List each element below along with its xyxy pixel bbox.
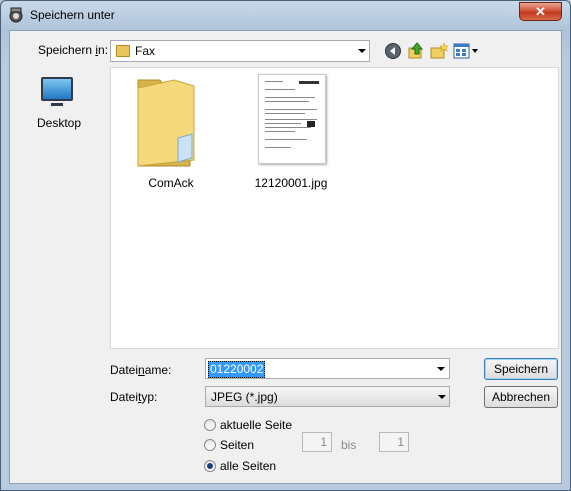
dialog-body: Speichern in: Fax Desktop ComAck 1212000…	[9, 30, 562, 484]
filetype-label: Dateityp:	[110, 390, 158, 404]
radio-all-pages[interactable]	[204, 460, 216, 472]
chevron-down-icon[interactable]	[437, 367, 445, 371]
folder-icon	[116, 45, 130, 57]
radio-current-page-label: aktuelle Seite	[220, 418, 293, 432]
radio-all-pages-label: alle Seiten	[220, 459, 277, 473]
chevron-down-icon	[358, 49, 366, 53]
view-menu-icon[interactable]	[453, 42, 479, 60]
image-thumbnail	[258, 74, 326, 164]
file-name: ComAck	[148, 176, 194, 190]
page-from-input[interactable]: 1	[302, 432, 332, 452]
filetype-dropdown[interactable]: JPEG (*.jpg)	[205, 386, 450, 407]
location-value: Fax	[135, 44, 156, 58]
folder-icon	[137, 79, 195, 167]
places-bar: Desktop	[16, 67, 102, 343]
save-button[interactable]: Speichern	[484, 358, 558, 380]
cancel-button[interactable]: Abbrechen	[484, 386, 558, 408]
chevron-down-icon	[438, 395, 446, 399]
save-as-dialog: Speichern unter ✕ Speichern in: Fax Desk…	[0, 0, 571, 491]
title-bar[interactable]: Speichern unter ✕	[1, 1, 570, 29]
location-dropdown[interactable]: Fax	[110, 40, 370, 62]
radio-pages-label: Seiten	[220, 438, 255, 452]
file-name: 12120001.jpg	[254, 176, 328, 190]
filename-label: Dateiname:	[110, 363, 172, 377]
filename-input[interactable]: 01220002	[205, 358, 450, 379]
desktop-stand	[51, 103, 63, 106]
filename-value: 01220002	[208, 361, 266, 378]
file-item-image[interactable]: 12120001.jpg	[236, 72, 346, 192]
back-icon[interactable]	[384, 42, 402, 60]
window-title: Speichern unter	[30, 8, 115, 22]
radio-pages[interactable]	[204, 439, 216, 451]
file-list[interactable]: ComAck 12120001.jpg	[110, 67, 559, 349]
radio-current-page[interactable]	[204, 419, 216, 431]
app-icon	[9, 7, 23, 23]
page-to-input[interactable]: 1	[379, 432, 409, 452]
desktop-icon	[41, 77, 73, 101]
file-item-folder[interactable]: ComAck	[116, 72, 226, 192]
page-to-label: bis	[341, 438, 357, 452]
up-folder-icon[interactable]	[407, 42, 425, 60]
places-item-label: Desktop	[36, 116, 82, 130]
close-button[interactable]: ✕	[519, 2, 562, 21]
places-item-desktop[interactable]: Desktop	[16, 75, 102, 135]
filetype-value: JPEG (*.jpg)	[211, 390, 278, 404]
new-folder-icon[interactable]	[430, 42, 448, 60]
location-label: Speichern in:	[38, 43, 109, 57]
